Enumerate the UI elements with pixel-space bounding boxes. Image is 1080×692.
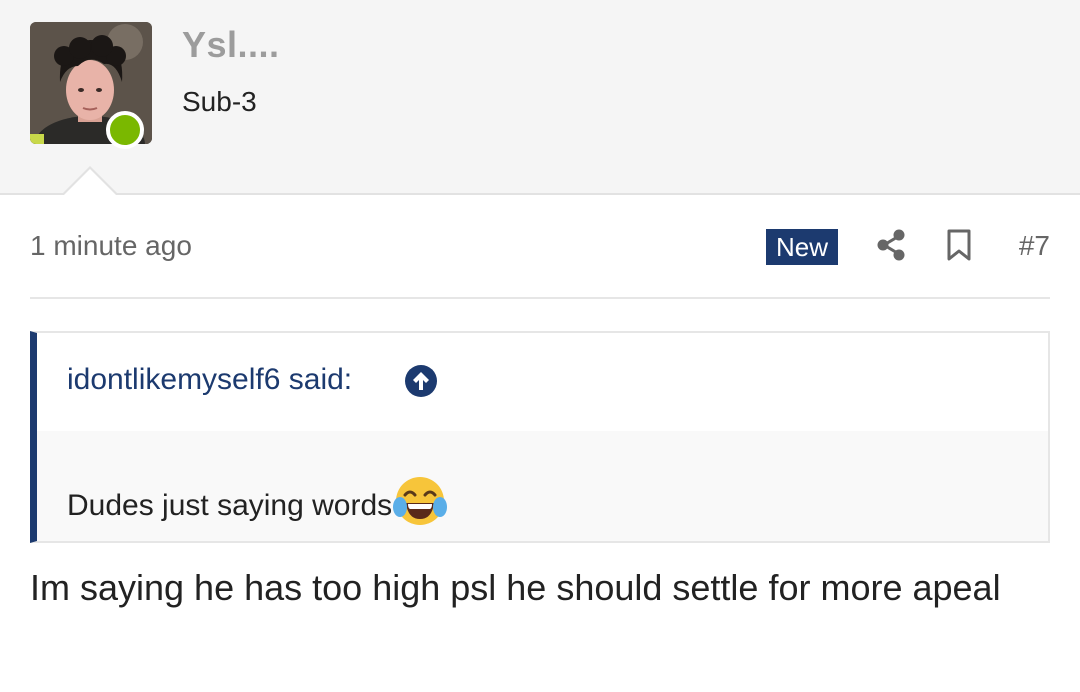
divider xyxy=(30,297,1050,299)
quote-content: Dudes just saying words xyxy=(67,473,448,529)
avatar-container[interactable] xyxy=(30,22,152,149)
post-timestamp[interactable]: 1 minute ago xyxy=(30,230,192,262)
online-status-indicator xyxy=(106,111,144,149)
quote-header: idontlikemyself6 said: xyxy=(37,333,1048,431)
post-number-link[interactable]: #7 xyxy=(1019,230,1050,262)
header-pointer xyxy=(63,169,117,196)
quote-block: idontlikemyself6 said: Dudes just saying… xyxy=(30,331,1050,543)
quote-text: Dudes just saying words xyxy=(67,489,393,522)
arrow-up-circle-icon[interactable] xyxy=(405,365,437,397)
quote-author-link[interactable]: idontlikemyself6 said: xyxy=(67,363,352,397)
post-meta-row: 1 minute ago New #7 xyxy=(30,220,1050,272)
face-with-tears-of-joy-icon xyxy=(392,473,448,529)
post-body: Im saying he has too high psl he should … xyxy=(30,567,1001,608)
user-header: Ysl.... Sub-3 xyxy=(0,0,1080,195)
bookmark-icon[interactable] xyxy=(946,228,972,262)
share-icon[interactable] xyxy=(876,228,906,262)
user-title: Sub-3 xyxy=(182,86,257,117)
new-badge: New xyxy=(766,229,839,265)
username[interactable]: Ysl.... xyxy=(182,24,280,66)
